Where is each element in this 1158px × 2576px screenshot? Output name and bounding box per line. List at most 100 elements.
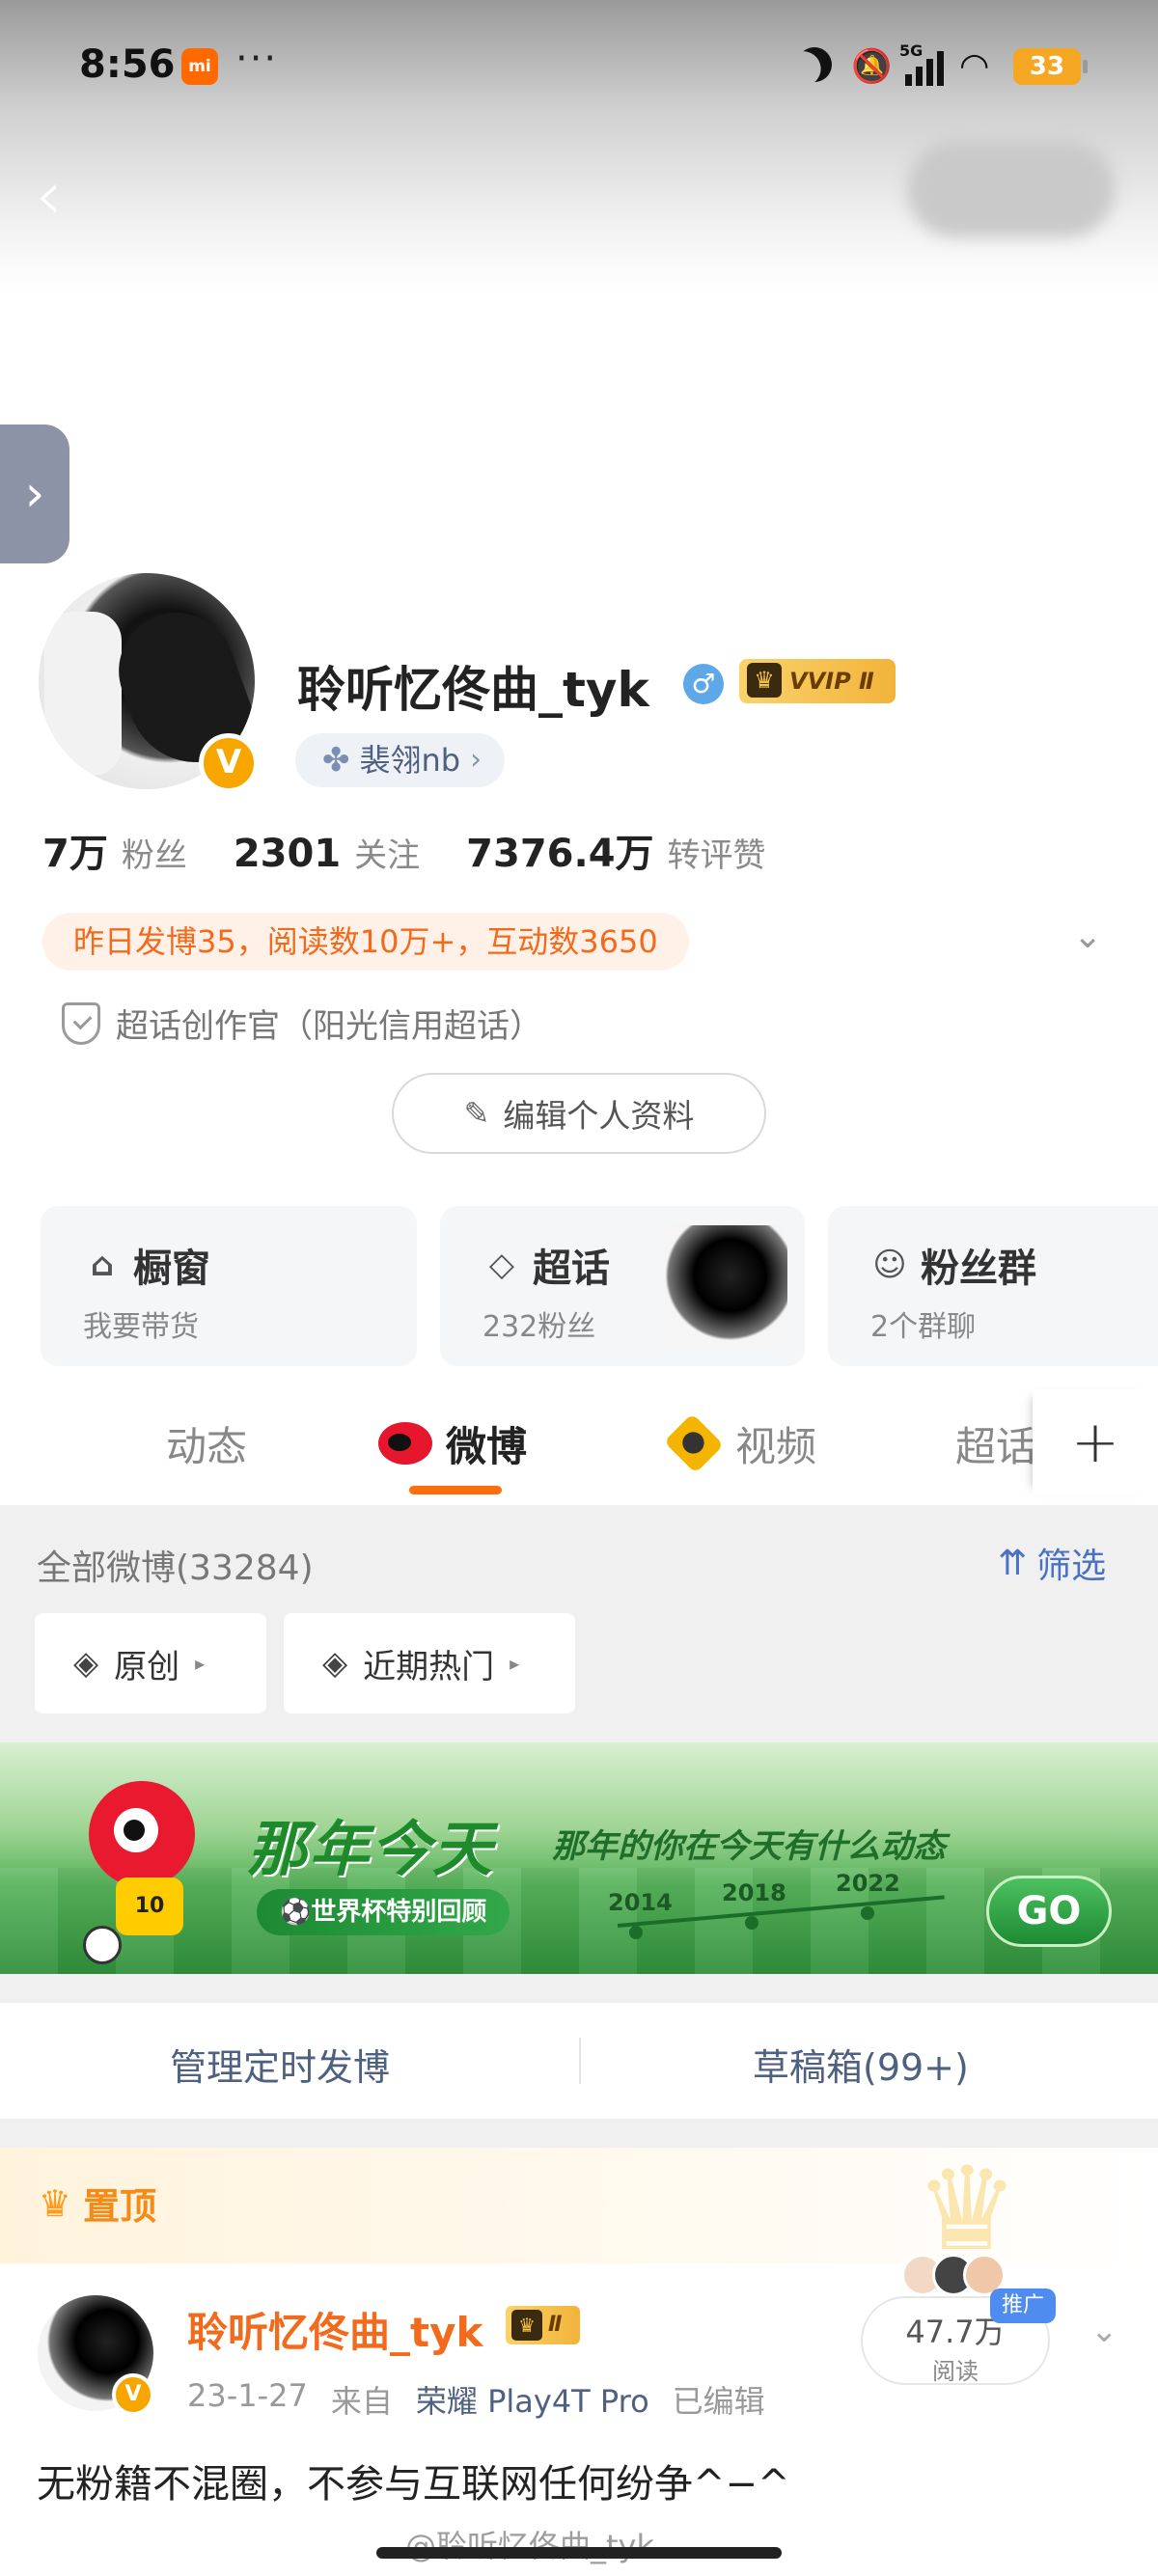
crown-icon: ♛ — [39, 2181, 72, 2225]
tab-video[interactable]: 视频 — [663, 1412, 817, 1474]
card-subtitle: 2个群聊 — [870, 1310, 977, 1344]
timeline-year: 2018 — [722, 1879, 786, 1906]
pinned-header: ♛ 置顶 ♛ — [0, 2148, 1158, 2268]
super-topic-thumbnail — [660, 1225, 787, 1351]
fan-avatars — [901, 2254, 1006, 2296]
side-drawer-tab[interactable]: › — [0, 425, 69, 563]
profile-name: 聆听忆佟曲_tyk — [297, 662, 649, 718]
tab-label: 视频 — [735, 1422, 817, 1470]
edit-profile-button[interactable]: ✎ 编辑个人资料 — [392, 1073, 766, 1154]
stat-interactions[interactable]: 7376.4万 转评赞 — [466, 822, 765, 878]
chevron-right-icon: › — [470, 743, 482, 777]
crown-icon: ♛ — [747, 663, 782, 698]
read-label: 阅读 — [932, 2358, 979, 2385]
post-author-name[interactable]: 聆听忆佟曲_tyk — [187, 2300, 482, 2359]
stat-label: 转评赞 — [667, 836, 766, 875]
chevron-down-icon[interactable]: ⌄ — [1090, 2312, 1118, 2350]
mascot-jersey-number: 10 — [116, 1877, 183, 1935]
card-subtitle: 我要带货 — [83, 1310, 199, 1344]
group-chip[interactable]: ✤ 裴翎nb › — [295, 733, 506, 787]
clover-icon: ✤ — [322, 741, 350, 780]
plus-icon[interactable]: + — [1033, 1389, 1158, 1495]
super-creator-badge[interactable]: 超话创作官（阳光信用超话） — [62, 1000, 542, 1047]
triangle-right-icon: ▸ — [510, 1652, 520, 1675]
filter-original[interactable]: ◈ 原创 ▸ — [35, 1613, 266, 1713]
promote-tag[interactable]: 推广 — [990, 2288, 1057, 2323]
filter-button[interactable]: ⇈ 筛选 — [998, 1538, 1106, 1588]
vvip-badge[interactable]: ♛ VVIP Ⅱ — [739, 659, 896, 703]
xiaomi-app-icon: mi — [181, 48, 218, 85]
timeline-year: 2014 — [608, 1889, 673, 1916]
triangle-right-icon: ▸ — [195, 1652, 206, 1675]
vip-level: Ⅱ — [548, 2313, 563, 2337]
manage-scheduled-button[interactable]: 管理定时发博 — [170, 2038, 390, 2091]
filter-icon: ⇈ — [998, 1543, 1028, 1583]
tab-super-topic[interactable]: 超话 — [955, 1412, 1036, 1474]
card-title: 超话 — [533, 1247, 610, 1291]
post-date: 23-1-27 — [187, 2377, 308, 2414]
filter-label: 原创 — [114, 1647, 180, 1686]
filter-label: 筛选 — [1036, 1547, 1107, 1586]
post-from-label: 来自 — [330, 2383, 393, 2420]
video-icon — [663, 1412, 725, 1474]
timeline-year: 2022 — [836, 1870, 900, 1897]
card-title: 橱窗 — [133, 1247, 210, 1291]
card-super-topic[interactable]: ◇ 超话 232粉丝 — [440, 1206, 805, 1366]
blurred-avatar-area — [907, 141, 1115, 237]
pencil-icon: ✎ — [463, 1095, 490, 1132]
tab-weibo[interactable]: 微博 — [378, 1412, 527, 1474]
layers-icon: ◈ — [73, 1644, 99, 1683]
stat-number: 7376.4万 — [466, 832, 654, 876]
chevron-down-icon[interactable]: ⌄ — [1073, 917, 1112, 956]
post-source[interactable]: 荣耀 Play4T Pro — [416, 2377, 649, 2422]
post-edited: 已编辑 — [672, 2383, 765, 2420]
tab-label: 超话 — [955, 1422, 1037, 1470]
tab-dynamic[interactable]: 动态 — [166, 1412, 247, 1474]
signal-icon: 5G — [899, 41, 944, 86]
active-tab-indicator — [409, 1486, 502, 1494]
card-fan-group[interactable]: ☺ 粉丝群 2个群聊 — [828, 1206, 1158, 1366]
layers-icon: ◈ — [322, 1644, 348, 1683]
card-subtitle: 232粉丝 — [482, 1310, 596, 1344]
more-notifications-icon: ··· — [235, 37, 279, 81]
profile-stats: 7万 粉丝 2301 关注 7376.4万 转评赞 — [42, 822, 813, 878]
post-text: 无粉籍不混圈，不参与互联网任何纷争^−^ — [37, 2462, 790, 2507]
drafts-button[interactable]: 草稿箱(99+) — [753, 2038, 969, 2091]
mute-icon: 🔕 — [851, 47, 893, 86]
shield-icon — [62, 1001, 100, 1045]
back-arrow-icon[interactable]: ‹ — [35, 156, 83, 233]
go-button[interactable]: GO — [986, 1876, 1112, 1947]
stat-label: 关注 — [354, 836, 421, 875]
status-bar: 8:56 mi ··· 🔕 5G ◠ 33 — [0, 29, 1158, 110]
people-icon: ☺ — [872, 1246, 907, 1284]
bag-icon: ⌂ — [90, 1246, 115, 1284]
wifi-icon: ◠ — [959, 46, 990, 86]
verified-v-badge: V — [199, 733, 259, 793]
stat-following[interactable]: 2301 关注 — [234, 829, 420, 876]
diamond-icon: ◇ — [488, 1246, 515, 1284]
tab-label: 动态 — [166, 1422, 248, 1470]
weibo-logo-icon — [378, 1422, 432, 1465]
on-this-day-banner[interactable]: 10 那年今天 那年的你在今天有什么动态 ⚽世界杯特别回顾 2014 2018 … — [0, 1742, 1158, 1974]
status-icons: 🔕 5G ◠ 33 — [797, 41, 1088, 91]
profile-tabs: 动态 微博 视频 超话 — [0, 1389, 1158, 1505]
banner-slogan: 那年的你在今天有什么动态 — [552, 1827, 946, 1866]
filter-recent-hot[interactable]: ◈ 近期热门 ▸ — [284, 1613, 575, 1713]
yesterday-stats-pill[interactable]: 昨日发博35，阅读数10万+，互动数3650 — [42, 913, 689, 971]
filter-label: 近期热门 — [363, 1647, 495, 1686]
network-type: 5G — [899, 41, 924, 60]
stat-followers[interactable]: 7万 粉丝 — [42, 822, 187, 878]
divider — [579, 2038, 581, 2084]
home-indicator[interactable] — [376, 2547, 782, 2559]
football-icon — [83, 1926, 122, 1964]
weibo-mascot: 10 — [83, 1781, 214, 1964]
stat-number: 7万 — [42, 832, 108, 876]
stat-number: 2301 — [233, 832, 342, 876]
group-chip-label: 裴翎nb — [359, 742, 461, 779]
card-shop-window[interactable]: ⌂ 橱窗 我要带货 — [41, 1206, 417, 1366]
super-creator-text: 超话创作官（阳光信用超话） — [116, 1007, 542, 1046]
stat-label: 粉丝 — [121, 836, 187, 875]
pinned-post[interactable]: ♛ 置顶 ♛ 47.7万 阅读 推广 ⌄ V 聆听忆佟曲_tyk ♛ Ⅱ 23-… — [0, 2148, 1158, 2576]
vip-badge[interactable]: ♛ Ⅱ — [506, 2306, 580, 2344]
watermark: @聆听忆佟曲_tyk — [405, 2528, 655, 2564]
